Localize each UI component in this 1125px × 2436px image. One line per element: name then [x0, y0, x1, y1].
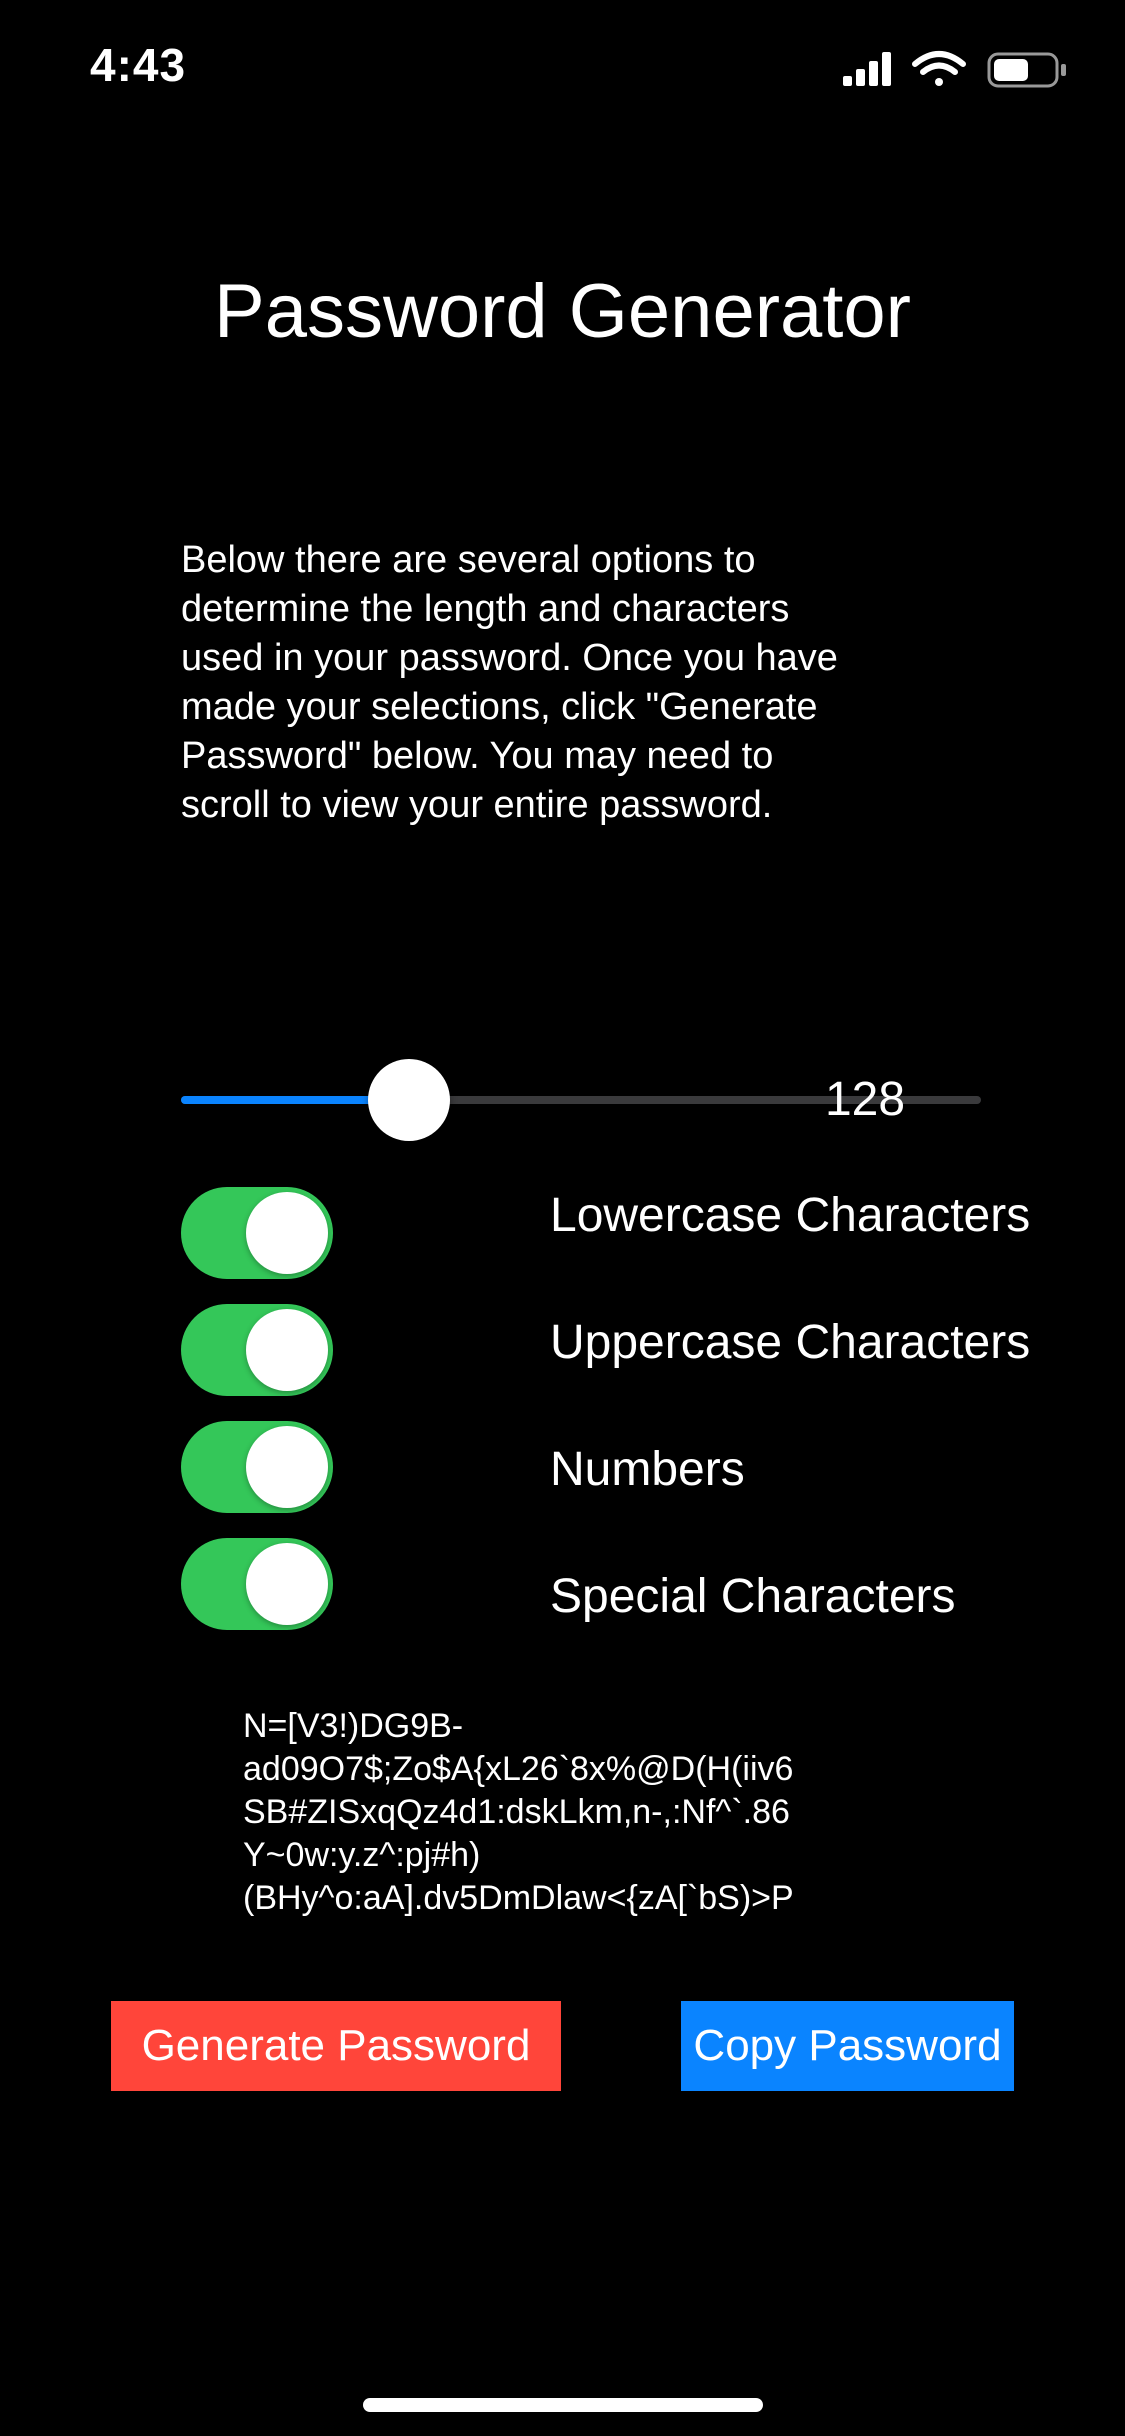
toggle-knob — [246, 1426, 328, 1508]
wifi-icon — [912, 51, 966, 86]
toggle-uppercase[interactable] — [181, 1304, 333, 1396]
label-lowercase: Lowercase Characters — [550, 1189, 1031, 1242]
copy-password-button[interactable]: Copy Password — [681, 2001, 1014, 2091]
status-time: 4:43 — [90, 39, 187, 91]
page-title: Password Generator — [214, 269, 911, 354]
cellular-signal-icon — [843, 52, 891, 86]
toggle-knob — [246, 1309, 328, 1391]
generate-password-button[interactable]: Generate Password — [111, 2001, 561, 2091]
toggle-special[interactable] — [181, 1538, 333, 1630]
battery-icon — [987, 52, 1066, 88]
toggle-lowercase[interactable] — [181, 1187, 333, 1279]
toggle-numbers[interactable] — [181, 1421, 333, 1513]
length-slider-thumb[interactable] — [368, 1059, 450, 1141]
generated-password[interactable]: N=[V3!)DG9B- ad09O7$;Zo$A{xL26`8x%@D(H(i… — [243, 1705, 943, 1920]
length-value: 128 — [824, 1073, 906, 1126]
instructions-text: Below there are several options to deter… — [181, 539, 838, 826]
home-indicator[interactable] — [363, 2398, 763, 2412]
label-special: Special Characters — [550, 1570, 956, 1623]
toggle-knob — [246, 1543, 328, 1625]
toggle-knob — [246, 1192, 328, 1274]
label-uppercase: Uppercase Characters — [550, 1316, 1031, 1369]
status-icons — [843, 51, 1066, 88]
label-numbers: Numbers — [550, 1443, 745, 1496]
